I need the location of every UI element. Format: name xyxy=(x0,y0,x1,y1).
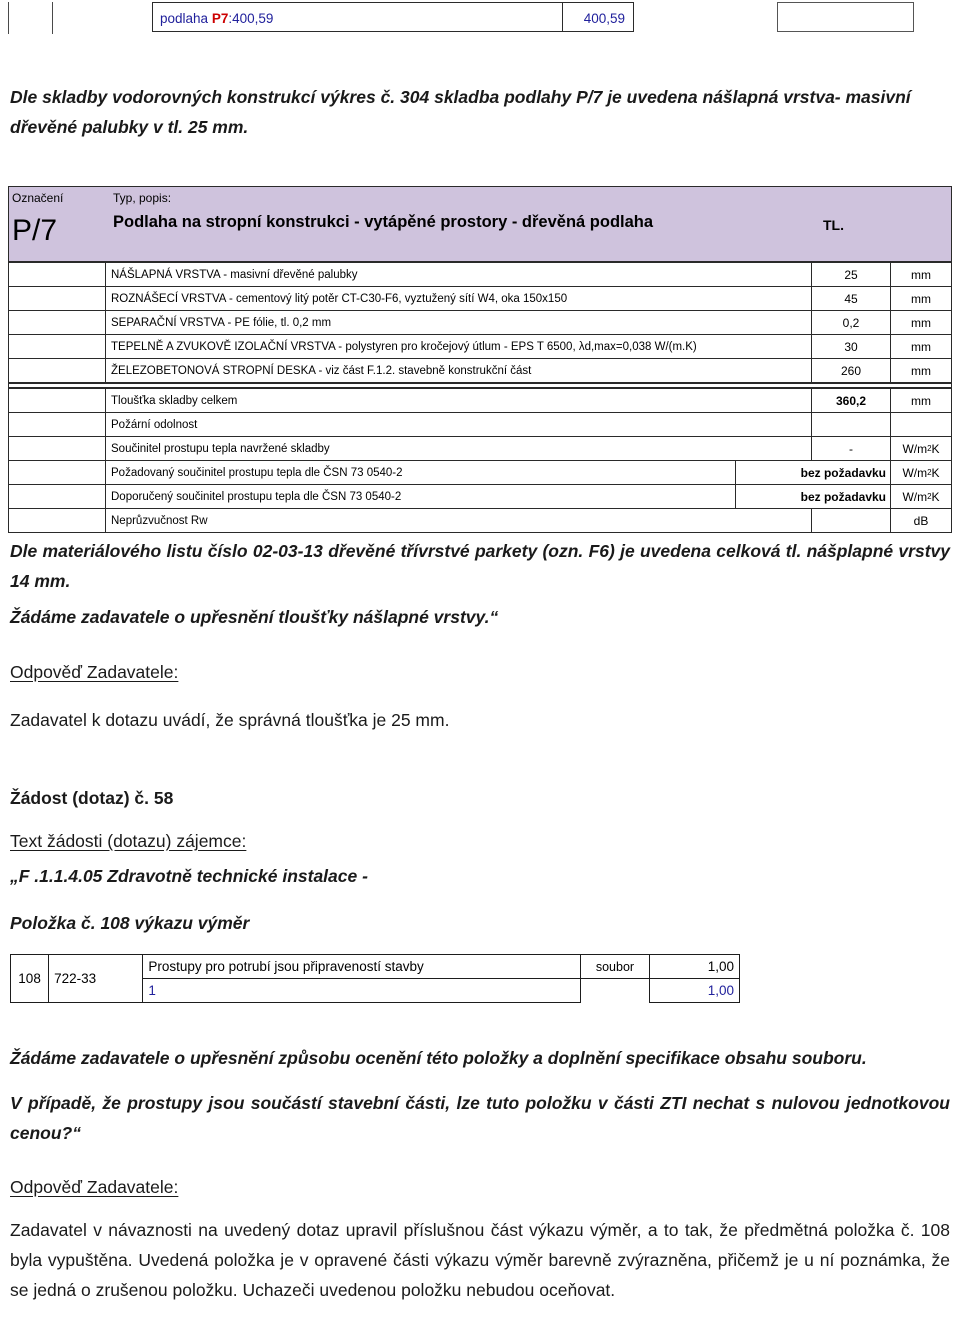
composition-summary-value: - xyxy=(812,437,891,460)
composition-summary-row: Doporučený součinitel prostupu tepla dle… xyxy=(9,485,951,509)
top-description-suffix: :400,59 xyxy=(228,11,274,26)
request-paragraph-2: Žádáme zadavatele o upřesnění způsobu oc… xyxy=(10,1048,867,1068)
composition-layer-value: 260 xyxy=(812,359,891,382)
composition-type-cell: Typ, popis: Podlaha na stropní konstrukc… xyxy=(105,187,791,261)
composition-summary-row: Neprůzvučnost Rw dB xyxy=(9,509,951,532)
composition-code-cell: Označení P/7 xyxy=(9,187,105,261)
intro-paragraph: Dle skladby vodorovných konstrukcí výkre… xyxy=(10,87,911,137)
composition-summary-value xyxy=(812,413,891,436)
request-subheading: Text žádosti (dotazu) zájemce: xyxy=(10,831,247,851)
composition-layer-name: ŽELEZOBETONOVÁ STROPNÍ DESKA - viz část … xyxy=(105,359,812,382)
top-quantity-text: 400,59 xyxy=(583,11,625,26)
composition-summary-row: Tloušťka skladby celkem 360,2 mm xyxy=(9,389,951,413)
composition-summary-name: Požární odolnost xyxy=(105,413,812,436)
composition-layer-row: TEPELNĚ A ZVUKOVĚ IZOLAČNÍ VRSTVA - poly… xyxy=(9,335,951,359)
composition-layer-unit: mm xyxy=(911,267,931,282)
composition-summary-unit xyxy=(891,413,951,436)
column-tick-left xyxy=(8,2,9,34)
composition-summary-unit: mm xyxy=(911,393,931,408)
answer-heading-2: Odpověď Zadavatele: xyxy=(10,1177,179,1197)
top-description-prefix: podlaha xyxy=(160,11,212,26)
composition-summary-name: Tloušťka skladby celkem xyxy=(105,389,812,412)
composition-layer-row: NÁŠLAPNÁ VRSTVA - masivní dřevěné palubk… xyxy=(9,263,951,287)
request-line-2: Položka č. 108 výkazu výměr xyxy=(10,913,250,933)
composition-row-spacer xyxy=(9,359,106,382)
composition-layer-unit: mm xyxy=(911,339,931,354)
composition-layer-row: ROZNÁŠECÍ VRSTVA - cementový litý potěr … xyxy=(9,287,951,311)
composition-layer-row: ŽELEZOBETONOVÁ STROPNÍ DESKA - viz část … xyxy=(9,359,951,383)
column-tick-second xyxy=(52,2,53,34)
composition-thickness-header-cell: TL. xyxy=(791,187,951,261)
request-paragraph-3: V případě, že prostupy jsou součástí sta… xyxy=(10,1093,950,1143)
vykaz-vymer-table: 108 722-33 Prostupy pro potrubí jsou při… xyxy=(9,954,740,1003)
vv-item-description: Prostupy pro potrubí jsou připraveností … xyxy=(142,954,581,979)
composition-summary-unit: W/m 2 K xyxy=(902,441,940,456)
composition-row-spacer xyxy=(9,311,106,334)
composition-layer-value: 25 xyxy=(812,263,891,286)
composition-code-value: P/7 xyxy=(12,214,58,247)
composition-row-spacer xyxy=(9,287,106,310)
table-row: 108 722-33 Prostupy pro potrubí jsou při… xyxy=(9,954,740,1003)
vv-item-quantity: 1,00 xyxy=(649,954,740,979)
vv-item-formula: 1 xyxy=(142,978,581,1003)
answer-heading-1: Odpověď Zadavatele: xyxy=(10,662,179,682)
vv-item-unit: soubor xyxy=(579,954,651,979)
composition-layer-unit: mm xyxy=(911,363,931,378)
composition-summary-unit: dB xyxy=(913,513,929,528)
top-description-text: podlaha P7:400,59 xyxy=(160,11,273,26)
answer-text-1: Zadavatel k dotazu uvádí, že správná tlo… xyxy=(10,710,450,730)
vv-item-number: 108 xyxy=(9,954,50,1003)
composition-layers-group: NÁŠLAPNÁ VRSTVA - masivní dřevěné palubk… xyxy=(9,263,951,532)
composition-code-label: Označení xyxy=(12,191,64,205)
composition-row-spacer xyxy=(9,509,106,532)
composition-layer-value: 45 xyxy=(812,287,891,310)
answer-text-2: Zadavatel v návaznosti na uvedený dotaz … xyxy=(10,1220,950,1300)
request-heading: Žádost (dotaz) č. 58 xyxy=(10,788,174,808)
composition-table-header: Označení P/7 Typ, popis: Podlaha na stro… xyxy=(9,187,951,263)
composition-row-spacer xyxy=(9,485,106,508)
material-paragraph: Dle materiálového listu číslo 02-03-13 d… xyxy=(10,541,950,591)
composition-summary-row: Požární odolnost xyxy=(9,413,951,437)
composition-layer-name: NÁŠLAPNÁ VRSTVA - masivní dřevěné palubk… xyxy=(105,263,812,286)
composition-summary-name: Součinitel prostupu tepla navržené sklad… xyxy=(105,437,812,460)
composition-summary-unit: W/m 2 K xyxy=(902,465,940,480)
composition-row-spacer xyxy=(9,263,106,286)
composition-row-spacer xyxy=(9,413,106,436)
top-spreadsheet-strip: podlaha P7:400,59 400,59 xyxy=(0,0,960,45)
composition-summary-value: bez požadavku xyxy=(736,461,891,484)
top-description-code: P7 xyxy=(211,11,229,26)
composition-summary-name: Neprůzvučnost Rw xyxy=(105,509,812,532)
vv-item-code: 722-33 xyxy=(48,954,144,1003)
vv-item-unit-empty xyxy=(580,979,650,1003)
composition-summary-name: Požadovaný součinitel prostupu tepla dle… xyxy=(105,461,736,484)
composition-summary-row: Součinitel prostupu tepla navržené sklad… xyxy=(9,437,951,461)
composition-summary-name: Doporučený součinitel prostupu tepla dle… xyxy=(105,485,736,508)
composition-layer-name: ROZNÁŠECÍ VRSTVA - cementový litý potěr … xyxy=(105,287,812,310)
composition-summary-value xyxy=(812,509,891,532)
request-paragraph-1: Žádáme zadavatele o upřesnění tloušťky n… xyxy=(10,607,499,627)
vv-item-subquantity: 1,00 xyxy=(649,978,740,1003)
composition-row-spacer xyxy=(9,389,106,412)
composition-layer-value: 30 xyxy=(812,335,891,358)
composition-layer-value: 0,2 xyxy=(812,311,891,334)
composition-summary-row: Požadovaný součinitel prostupu tepla dle… xyxy=(9,461,951,485)
composition-layer-row: SEPARAČNÍ VRSTVA - PE fólie, tl. 0,2 mm … xyxy=(9,311,951,335)
composition-row-spacer xyxy=(9,461,106,484)
composition-row-spacer xyxy=(9,335,106,358)
composition-layer-name: SEPARAČNÍ VRSTVA - PE fólie, tl. 0,2 mm xyxy=(105,311,812,334)
composition-row-spacer xyxy=(9,437,106,460)
top-blank-cell xyxy=(777,2,914,32)
request-line-1: „F .1.1.4.05 Zdravotně technické instala… xyxy=(10,866,368,886)
composition-type-value: Podlaha na stropní konstrukci - vytápěné… xyxy=(113,213,654,231)
composition-layer-unit: mm xyxy=(911,315,931,330)
composition-summary-value: 360,2 xyxy=(812,389,891,412)
composition-thickness-label: TL. xyxy=(823,217,844,233)
composition-layer-name: TEPELNĚ A ZVUKOVĚ IZOLAČNÍ VRSTVA - poly… xyxy=(105,335,812,358)
composition-type-label: Typ, popis: xyxy=(113,191,172,205)
composition-layer-unit: mm xyxy=(911,291,931,306)
composition-summary-value: bez požadavku xyxy=(736,485,891,508)
composition-table: Označení P/7 Typ, popis: Podlaha na stro… xyxy=(8,186,952,533)
composition-summary-unit: W/m 2 K xyxy=(902,489,940,504)
